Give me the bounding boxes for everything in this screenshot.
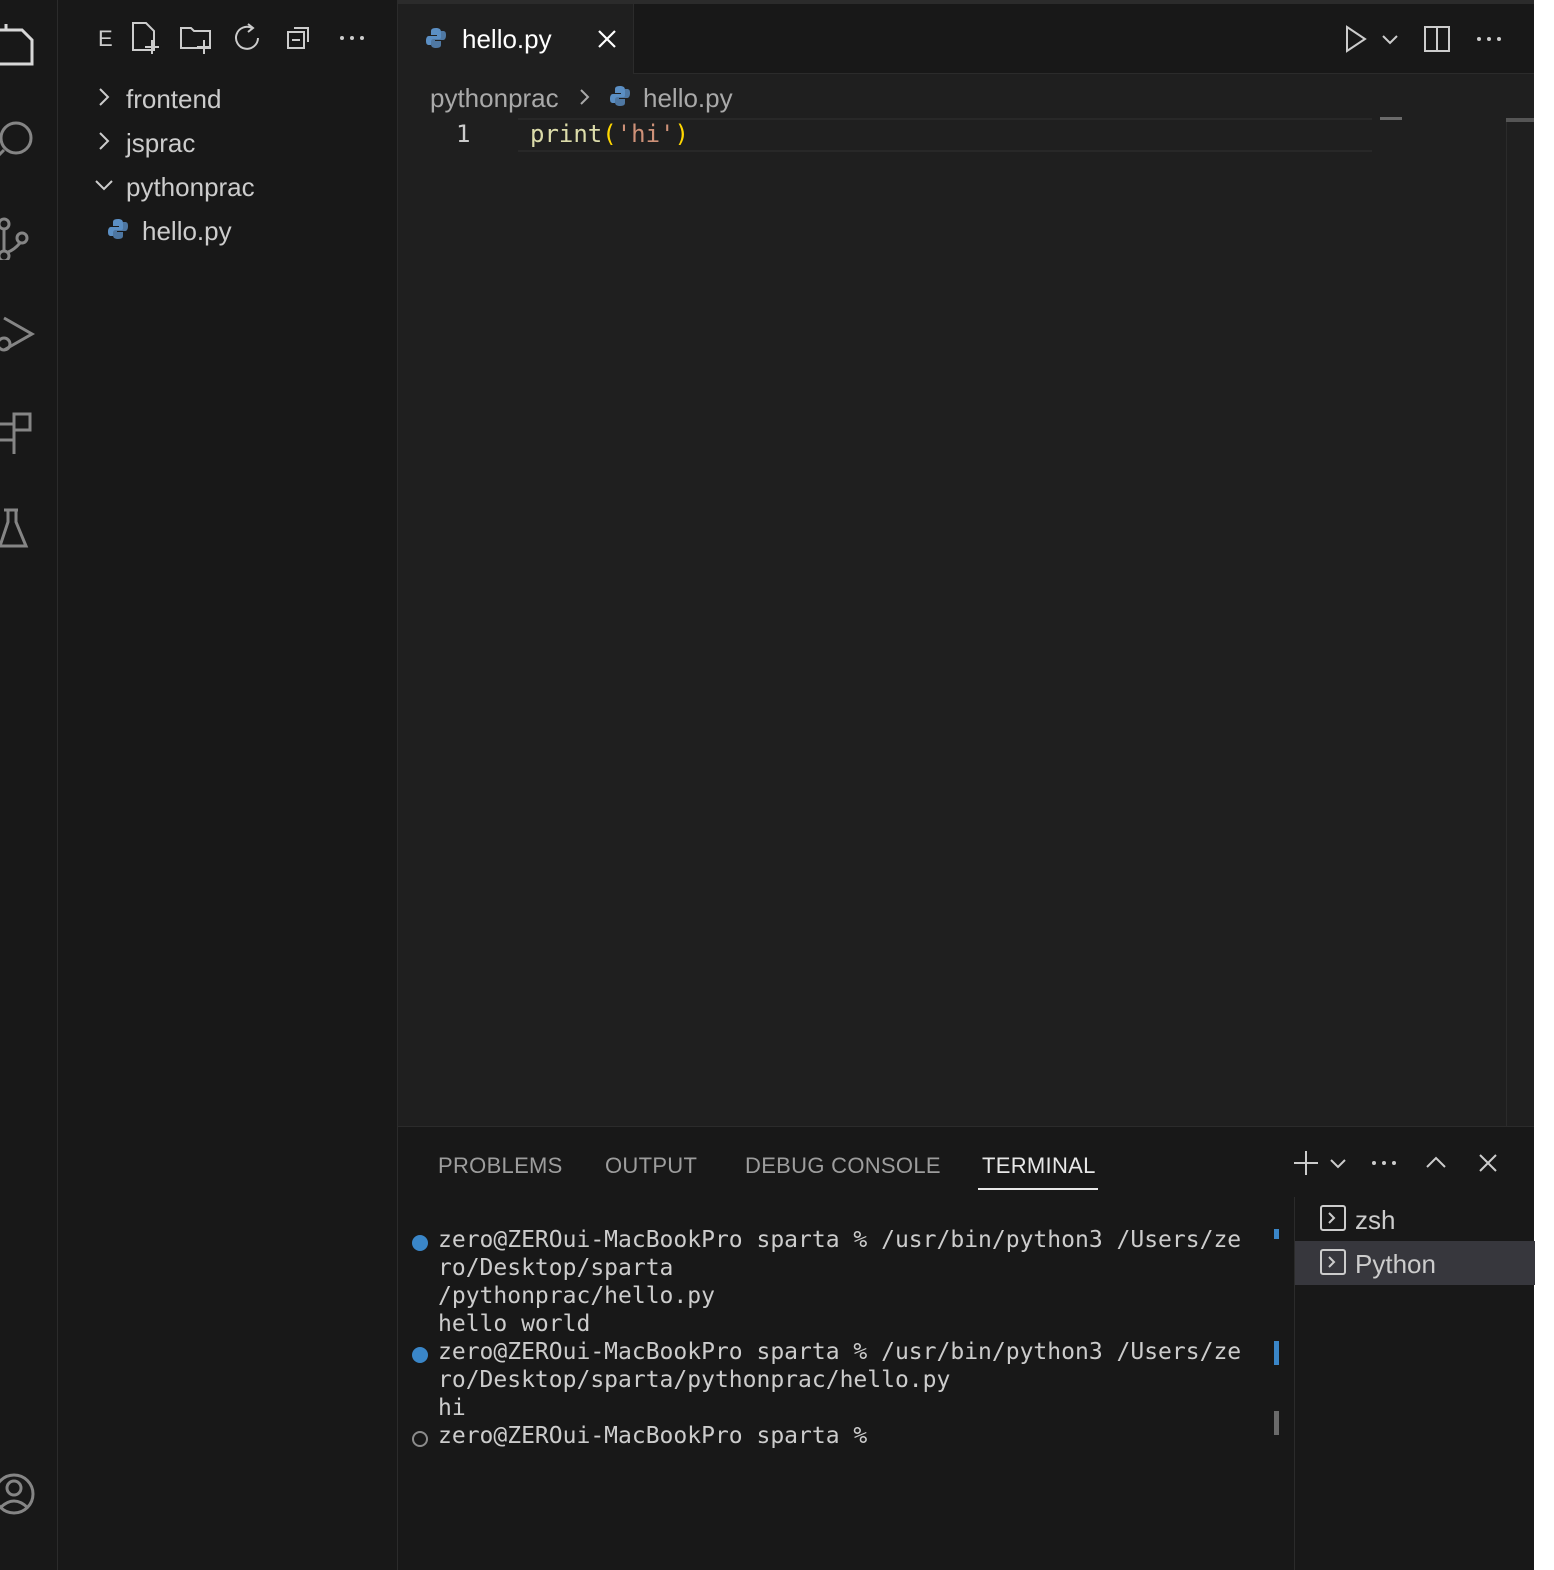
chevron-right-icon (580, 89, 590, 105)
tree-item-folder[interactable]: frontend (58, 75, 398, 119)
terminal-item-label: Python (1355, 1249, 1436, 1279)
terminal-line: ro/Desktop/sparta (438, 1255, 674, 1281)
chevron-right-icon (99, 132, 110, 150)
tree-item-folder[interactable]: jsprac (58, 119, 398, 163)
chevron-down-icon (95, 180, 113, 191)
tab-debug-console[interactable]: DEBUG CONSOLE (745, 1153, 941, 1179)
run-debug-icon[interactable] (0, 314, 44, 358)
close-icon[interactable] (592, 24, 622, 54)
minimap[interactable] (1380, 117, 1402, 120)
code-line[interactable]: print('hi') (530, 120, 689, 148)
terminal-line: zero@ZEROui-MacBookPro sparta % /usr/bin… (438, 1227, 1242, 1253)
terminal-line: zero@ZEROui-MacBookPro sparta % /usr/bin… (438, 1339, 1242, 1365)
terminal-line: hi (438, 1395, 466, 1421)
tab-terminal[interactable]: TERMINAL (982, 1153, 1096, 1179)
explorer-icon[interactable] (0, 24, 44, 68)
extensions-icon[interactable] (0, 410, 44, 458)
chevron-right-icon (99, 88, 110, 106)
active-tab-indicator (978, 1188, 1098, 1190)
terminal-item-zsh[interactable]: zsh (1295, 1197, 1535, 1241)
chevron-down-icon[interactable] (1373, 22, 1407, 56)
source-control-icon[interactable] (0, 216, 44, 263)
more-icon[interactable] (334, 20, 370, 56)
line-number: 1 (456, 120, 471, 148)
command-success-icon[interactable] (412, 1347, 428, 1363)
code-function: print (530, 120, 603, 148)
tree-item-file[interactable]: hello.py (58, 207, 398, 251)
activity-bar (0, 0, 58, 1570)
testing-icon[interactable] (0, 506, 44, 550)
terminal-item-python[interactable]: Python (1295, 1241, 1535, 1285)
code-paren-open: ( (602, 120, 617, 148)
new-terminal-icon[interactable] (1290, 1147, 1322, 1179)
python-file-icon (426, 28, 446, 48)
tree-item-folder[interactable]: pythonprac (58, 163, 398, 207)
scrollbar-decoration (1274, 1341, 1279, 1365)
explorer-title: E (98, 26, 113, 51)
terminal-line: hello world (438, 1311, 591, 1337)
tree-item-label: pythonprac (126, 172, 255, 202)
editor-tab-bar: hello.py (398, 4, 1534, 74)
scrollbar-thumb[interactable] (1274, 1411, 1279, 1435)
breadcrumb-file[interactable]: hello.py (643, 83, 733, 114)
bottom-panel: PROBLEMS OUTPUT DEBUG CONSOLE TERMINAL z… (398, 1126, 1535, 1570)
terminal-output[interactable]: zero@ZEROui-MacBookPro sparta % /usr/bin… (398, 1213, 1279, 1570)
more-icon[interactable] (1368, 1147, 1400, 1179)
command-success-icon[interactable] (412, 1235, 428, 1251)
breadcrumb: pythonprac hello.py (398, 76, 1534, 118)
split-editor-icon[interactable] (1420, 22, 1454, 56)
tab-label: hello.py (462, 24, 552, 54)
more-icon[interactable] (1472, 22, 1506, 56)
search-icon[interactable] (0, 118, 44, 162)
adjacent-window-edge (1534, 0, 1554, 1570)
refresh-icon[interactable] (230, 20, 266, 56)
tab-problems[interactable]: PROBLEMS (438, 1153, 563, 1179)
tree-item-label: frontend (126, 84, 222, 114)
terminal-prompt: zero@ZEROui-MacBookPro sparta % (438, 1423, 868, 1449)
code-paren-close: ) (674, 120, 689, 148)
explorer-sidebar: E frontend jsprac pythonprac hello.py (58, 0, 398, 1570)
python-file-icon (610, 86, 630, 106)
terminal-line: ro/Desktop/sparta/pythonprac/hello.py (438, 1367, 951, 1393)
terminal-list: zsh Python (1294, 1197, 1535, 1570)
new-file-icon[interactable] (128, 20, 164, 56)
python-file-icon (108, 219, 128, 239)
chevron-down-icon[interactable] (1322, 1147, 1354, 1179)
editor-area: hello.py pythonprac hello.py 1 print('hi… (398, 0, 1534, 1126)
tab-hello-py[interactable]: hello.py (398, 4, 634, 74)
terminal-line: /pythonprac/hello.py (438, 1283, 715, 1309)
breadcrumb-folder[interactable]: pythonprac (430, 83, 559, 114)
command-idle-icon (412, 1431, 428, 1447)
scrollbar-decoration (1274, 1229, 1279, 1239)
terminal-item-label: zsh (1355, 1205, 1396, 1235)
tree-item-label: jsprac (126, 128, 196, 158)
maximize-panel-icon[interactable] (1420, 1147, 1452, 1179)
terminal-icon (1320, 1249, 1346, 1275)
explorer-header: E (58, 0, 398, 76)
run-icon[interactable] (1338, 22, 1372, 56)
terminal-icon (1320, 1205, 1346, 1231)
scrollbar-track[interactable] (1506, 118, 1507, 1126)
collapse-all-icon[interactable] (282, 20, 318, 56)
scrollbar-thumb[interactable] (1506, 118, 1534, 122)
code-string: 'hi' (616, 120, 675, 148)
new-folder-icon[interactable] (178, 20, 214, 56)
tab-output[interactable]: OUTPUT (605, 1153, 697, 1179)
tree-item-label: hello.py (142, 216, 232, 246)
account-icon[interactable] (0, 1472, 44, 1516)
close-icon[interactable] (1472, 1147, 1504, 1179)
